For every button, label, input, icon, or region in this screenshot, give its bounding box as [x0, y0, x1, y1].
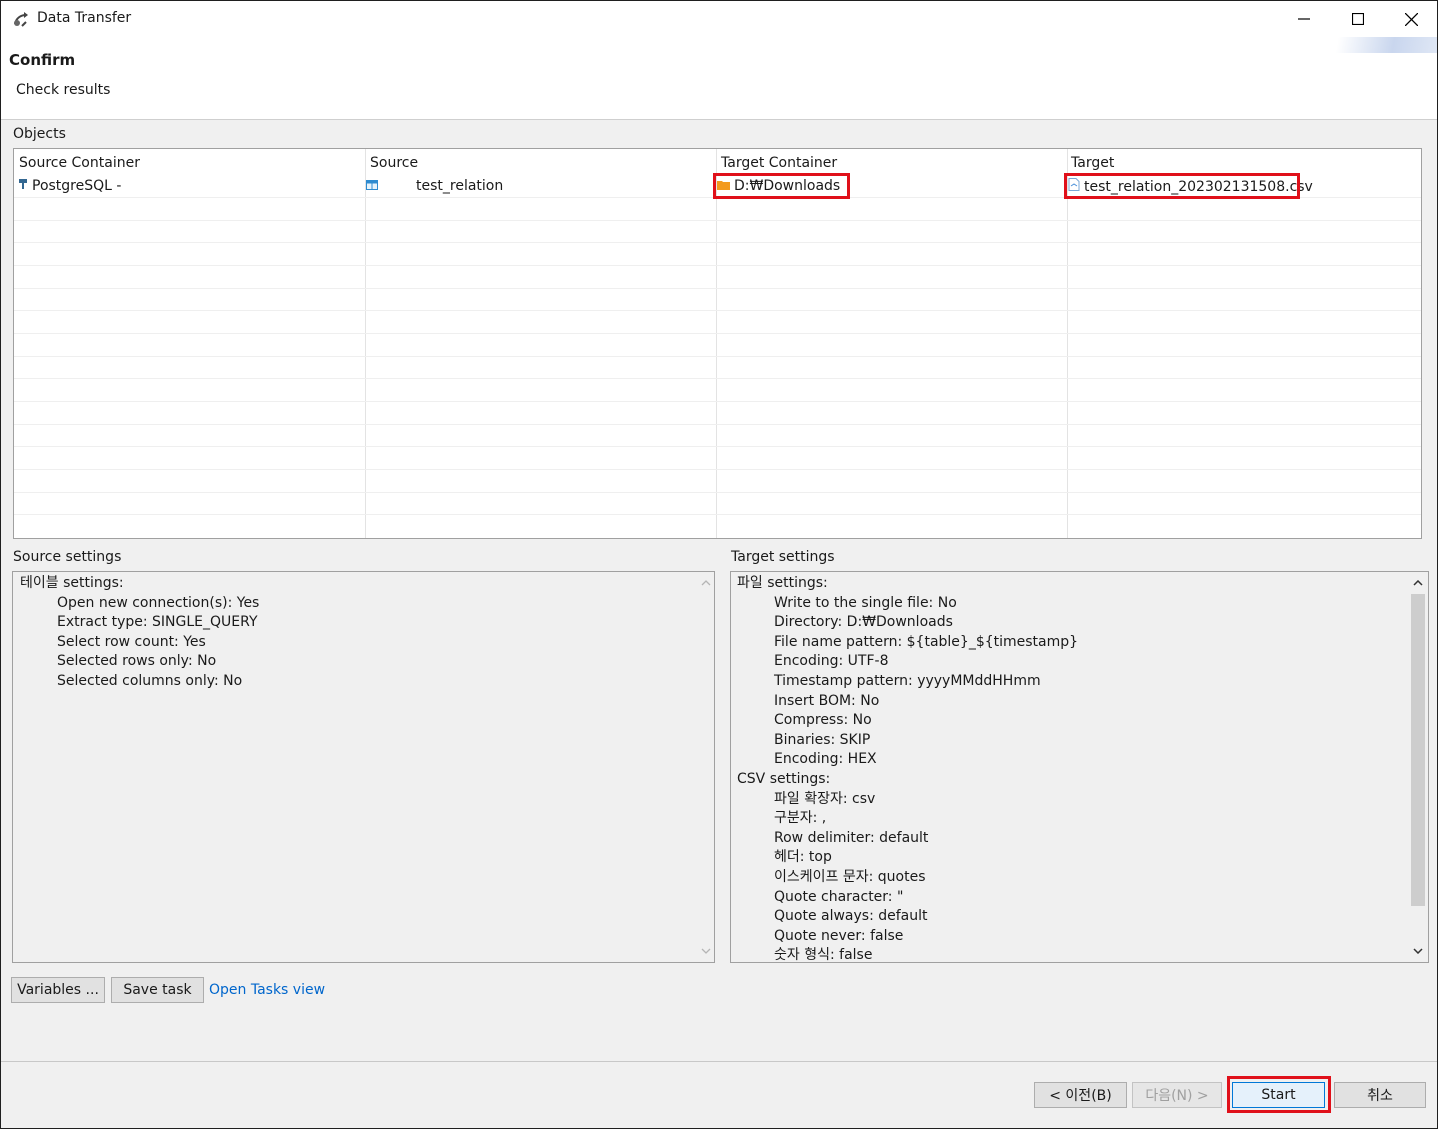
next-button[interactable]: 다음(N) > — [1132, 1082, 1222, 1108]
settings-line: Select row count: Yes — [57, 633, 206, 650]
row-divider — [14, 424, 1421, 425]
settings-line: 테이블 settings: — [20, 575, 124, 591]
scroll-up-icon[interactable] — [698, 574, 714, 592]
header-banner-graphic — [1327, 37, 1437, 53]
settings-line: Quote always: default — [774, 908, 928, 925]
row-divider — [14, 265, 1421, 266]
open-tasks-view-link[interactable]: Open Tasks view — [209, 982, 325, 998]
save-task-button[interactable]: Save task — [111, 977, 204, 1003]
settings-line: Directory: D:₩Downloads — [774, 614, 953, 631]
minimize-button[interactable] — [1277, 1, 1331, 37]
source-settings-scrollbar[interactable] — [698, 572, 714, 962]
column-header-target-container[interactable]: Target Container — [721, 155, 837, 171]
target-settings-text: 파일 settings: Write to the single file: N… — [737, 574, 1079, 963]
settings-line: Open new connection(s): Yes — [57, 594, 260, 611]
settings-line: 이스케이프 문자: quotes — [774, 868, 926, 885]
target-container-highlight — [713, 173, 850, 199]
row-divider — [14, 356, 1421, 357]
scroll-down-icon[interactable] — [1408, 942, 1428, 960]
settings-line: CSV settings: — [737, 770, 831, 787]
table-row-source-container[interactable]: PostgreSQL - — [18, 178, 121, 194]
source-settings-pane[interactable]: 테이블 settings: Open new connection(s): Ye… — [12, 571, 715, 963]
variables-button[interactable]: Variables ... — [11, 977, 105, 1003]
row-divider — [14, 333, 1421, 334]
row-divider — [14, 220, 1421, 221]
row-divider — [14, 242, 1421, 243]
window-title: Data Transfer — [37, 10, 132, 26]
settings-line: Row delimiter: default — [774, 829, 929, 846]
column-divider — [365, 149, 366, 538]
row-divider — [14, 446, 1421, 447]
wizard-header: Confirm Check results — [1, 37, 1437, 120]
settings-line: 숫자 형식: false — [774, 947, 873, 963]
close-icon — [1404, 12, 1418, 26]
scrollbar-thumb[interactable] — [1411, 594, 1425, 906]
settings-line: 파일 확장자: csv — [774, 790, 876, 807]
column-header-source[interactable]: Source — [370, 155, 418, 171]
back-button[interactable]: < 이전(B) — [1034, 1082, 1127, 1108]
row-divider — [14, 310, 1421, 311]
column-header-target[interactable]: Target — [1071, 155, 1114, 171]
maximize-icon — [1352, 13, 1364, 25]
row-divider — [14, 288, 1421, 289]
source-value: test_relation — [416, 178, 504, 194]
data-transfer-dialog: Data Transfer Confirm Check results Obje… — [0, 0, 1438, 1129]
target-highlight — [1064, 173, 1300, 199]
scroll-up-icon[interactable] — [1408, 574, 1428, 592]
settings-line: File name pattern: ${table}_${timestamp} — [774, 633, 1079, 650]
objects-label: Objects — [13, 126, 66, 142]
settings-line: Encoding: HEX — [774, 751, 877, 768]
page-title: Confirm — [9, 51, 76, 69]
scroll-down-icon[interactable] — [698, 942, 714, 960]
settings-line: Extract type: SINGLE_QUERY — [57, 614, 258, 631]
row-divider — [14, 492, 1421, 493]
objects-table: Source Container Source Target Container… — [13, 148, 1422, 539]
settings-line: Compress: No — [774, 712, 872, 729]
settings-line: Quote never: false — [774, 927, 904, 944]
row-divider — [14, 469, 1421, 470]
title-bar: Data Transfer — [1, 1, 1437, 37]
settings-line: Selected columns only: No — [57, 672, 243, 689]
row-divider — [14, 401, 1421, 402]
settings-line: Timestamp pattern: yyyyMMddHHmm — [774, 672, 1041, 689]
target-settings-pane[interactable]: 파일 settings: Write to the single file: N… — [730, 571, 1429, 963]
table-row-source[interactable]: test_relation — [366, 178, 503, 194]
target-settings-scrollbar[interactable] — [1408, 572, 1428, 962]
cancel-button[interactable]: 취소 — [1334, 1082, 1426, 1108]
settings-line: Quote character: " — [774, 888, 904, 905]
target-settings-label: Target settings — [731, 549, 835, 565]
settings-line: Write to the single file: No — [774, 594, 957, 611]
close-button[interactable] — [1384, 1, 1437, 37]
column-divider — [1067, 149, 1068, 538]
settings-line: Binaries: SKIP — [774, 731, 871, 748]
source-settings-label: Source settings — [13, 549, 122, 565]
settings-line: Insert BOM: No — [774, 692, 880, 709]
settings-line: 구분자: , — [774, 810, 827, 827]
row-divider — [14, 378, 1421, 379]
table-icon — [366, 178, 378, 194]
settings-line: 헤더: top — [774, 849, 832, 866]
minimize-icon — [1298, 18, 1310, 20]
page-description: Check results — [16, 82, 111, 98]
data-transfer-icon — [12, 10, 30, 28]
row-divider — [14, 514, 1421, 515]
start-highlight — [1227, 1076, 1331, 1113]
settings-line: 파일 settings: — [737, 575, 828, 591]
source-settings-text: 테이블 settings: Open new connection(s): Ye… — [20, 574, 259, 692]
maximize-button[interactable] — [1331, 1, 1385, 37]
postgresql-icon — [18, 178, 28, 194]
source-container-value: PostgreSQL - — [32, 178, 122, 194]
settings-line: Selected rows only: No — [57, 653, 217, 670]
column-divider — [716, 149, 717, 538]
footer-divider — [1, 1061, 1437, 1062]
column-header-source-container[interactable]: Source Container — [19, 155, 140, 171]
settings-line: Encoding: UTF-8 — [774, 653, 889, 670]
